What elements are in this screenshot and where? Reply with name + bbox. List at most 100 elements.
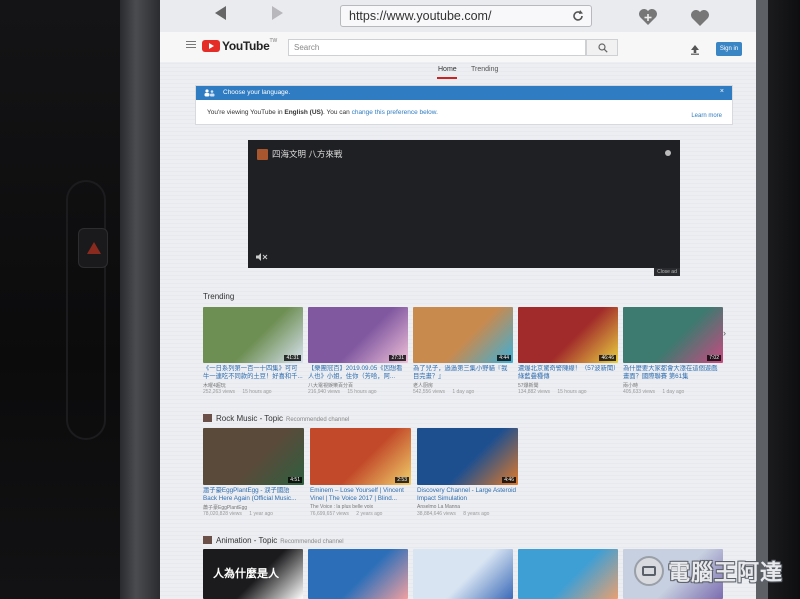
video-thumbnail[interactable]: 41:31: [203, 307, 303, 363]
video-title[interactable]: 為什麼要大家都會大漲在這個遊戲畫面？國際聯賽 第61集: [623, 365, 723, 381]
video-channel[interactable]: 木曜4超玩: [203, 382, 226, 389]
youtube-play-icon: [202, 40, 220, 52]
video-title[interactable]: 為了兒子，過過第三集小野貓『我目完畫？』: [413, 365, 513, 381]
video-meta: 76,699,657 views 2 years ago: [310, 511, 382, 517]
favorites-icon[interactable]: [690, 10, 710, 27]
tab-trending[interactable]: Trending: [471, 66, 498, 73]
video-channel[interactable]: The Voice : la plus belle voix: [310, 504, 373, 510]
logo-text: YouTube: [222, 39, 270, 53]
trending-title-text: Trending: [203, 292, 235, 301]
forward-button[interactable]: [268, 4, 286, 22]
address-bar[interactable]: https://www.youtube.com/: [340, 5, 592, 27]
animation-title-text[interactable]: Animation - Topic: [216, 536, 277, 545]
video-meta: 405,633 views 1 day ago: [623, 389, 684, 395]
upload-age: 15 hours ago: [555, 389, 587, 395]
video-thumbnail[interactable]: 2:53: [310, 428, 411, 485]
video-channel[interactable]: 57爆新聞: [518, 382, 539, 389]
search-button[interactable]: [586, 39, 618, 56]
rock-shelf-title: Rock Music - Topic Recommended channel: [203, 414, 349, 423]
info-icon[interactable]: [665, 150, 671, 156]
hamburger-menu-icon[interactable]: [186, 41, 196, 49]
shelf-next-arrow-icon[interactable]: ›: [723, 328, 726, 338]
photo-frame: https://www.youtube.com/ YouTube TW Sear…: [0, 0, 800, 599]
tab-home[interactable]: Home: [437, 66, 457, 79]
video-thumbnail[interactable]: 27:31: [308, 307, 408, 363]
video-channel[interactable]: 老人厨房: [413, 382, 433, 389]
sign-in-button[interactable]: Sign in: [716, 42, 742, 56]
video-thumbnail[interactable]: [308, 549, 408, 599]
search-input[interactable]: Search: [288, 39, 586, 56]
reload-icon[interactable]: [571, 9, 585, 23]
video-thumbnail[interactable]: [518, 549, 618, 599]
youtube-logo[interactable]: YouTube TW: [202, 38, 277, 53]
ad-video-player[interactable]: 四海文明 八方來戰: [248, 140, 680, 268]
animation-channel-icon: [203, 536, 212, 544]
upload-age: 2 years ago: [354, 511, 383, 517]
language-msg-prefix: You're viewing YouTube in: [207, 109, 285, 116]
car-interior-left: [0, 0, 160, 599]
video-duration: 4:51: [288, 477, 302, 483]
view-count: 38,884,646 views: [417, 511, 456, 517]
close-banner-icon[interactable]: ×: [720, 88, 724, 95]
video-title[interactable]: Eminem – Lose Yourself | Vincent Vinel |…: [310, 487, 411, 503]
learn-more-link[interactable]: Learn more: [691, 113, 722, 119]
video-title[interactable]: Discovery Channel - Large Asteroid Impac…: [417, 487, 518, 503]
hazard-button: [78, 228, 108, 268]
home-tabs: Home Trending: [160, 62, 756, 82]
video-channel[interactable]: 兩小時: [623, 382, 638, 389]
back-arrow-icon: [215, 6, 226, 20]
video-thumbnail[interactable]: 4:44: [413, 307, 513, 363]
upload-age: 15 hours ago: [240, 389, 272, 395]
rock-channel-icon: [203, 414, 212, 422]
screen-bezel-left: [120, 0, 160, 599]
video-thumbnail[interactable]: 人為什麼是人: [203, 549, 303, 599]
video-channel[interactable]: 八大電視娛樂百分百: [308, 382, 353, 389]
view-count: 78,020,828 views: [203, 511, 242, 517]
language-msg-middle: . You can: [323, 109, 352, 116]
ad-title: 四海文明 八方來戰: [272, 149, 343, 159]
view-count: 542,556 views: [413, 389, 445, 395]
forward-arrow-icon: [272, 6, 283, 20]
video-channel[interactable]: 蕭子豪EggPlantEgg: [203, 504, 247, 511]
language-banner-title: Choose your language.: [223, 89, 291, 96]
back-button[interactable]: [212, 4, 230, 22]
view-count: 405,633 views: [623, 389, 655, 395]
video-duration: 27:31: [389, 355, 406, 361]
browser-toolbar: https://www.youtube.com/: [160, 0, 756, 32]
thumbnail-caption: 人為什麼是人: [213, 568, 279, 580]
video-duration: 46:46: [599, 355, 616, 361]
upload-icon[interactable]: [690, 45, 700, 55]
video-thumbnail[interactable]: [413, 549, 513, 599]
video-title[interactable]: 【樂團冠百】2019.09.05《因想看人也》小姐，住你（芳哈，阿...: [308, 365, 408, 381]
add-favorite-icon[interactable]: [638, 8, 658, 26]
video-title[interactable]: 《一日系列第一百一十四集》可可牛一連吃不同款的土豆！好喜和千...: [203, 365, 303, 381]
view-count: 76,699,657 views: [310, 511, 349, 517]
watermark: 電腦王阿達: [634, 552, 794, 590]
close-ad-button[interactable]: Close ad: [654, 268, 680, 276]
rock-subtitle: Recommended channel: [285, 417, 350, 423]
animation-subtitle: Recommended channel: [280, 539, 344, 545]
change-language-link[interactable]: change this preference below.: [352, 109, 438, 116]
video-title[interactable]: 蕭子豪EggPlantEgg - 淚子國語 Back Here Again (O…: [203, 487, 304, 503]
mute-icon[interactable]: [256, 253, 268, 261]
watermark-text: 電腦王阿達: [668, 560, 784, 585]
people-icon: [204, 89, 215, 97]
bezel-rim: [756, 0, 768, 599]
video-thumbnail[interactable]: 4:46: [417, 428, 518, 485]
view-count: 216,940 views: [308, 389, 340, 395]
rock-title-text[interactable]: Rock Music - Topic: [216, 414, 283, 423]
video-thumbnail[interactable]: 4:51: [203, 428, 304, 485]
ad-header: 四海文明 八方來戰: [257, 148, 342, 160]
video-channel[interactable]: Anselmo La Manna: [417, 504, 460, 510]
video-thumbnail[interactable]: 7:02: [623, 307, 723, 363]
upload-age: 8 years ago: [461, 511, 490, 517]
youtube-header: YouTube TW Search Sign in: [160, 32, 756, 62]
upload-age: 1 day ago: [450, 389, 475, 395]
video-meta: 134,882 views 15 hours ago: [518, 389, 587, 395]
upload-age: 15 hours ago: [345, 389, 377, 395]
video-thumbnail[interactable]: 46:46: [518, 307, 618, 363]
language-message: You're viewing YouTube in English (US). …: [196, 100, 732, 116]
video-meta: 78,020,828 views 1 year ago: [203, 511, 273, 517]
video-title[interactable]: 遭爆北京驚奇警陳線！（57波新聞）綠藍疊種傳: [518, 365, 618, 381]
watermark-logo-icon: [634, 556, 664, 586]
